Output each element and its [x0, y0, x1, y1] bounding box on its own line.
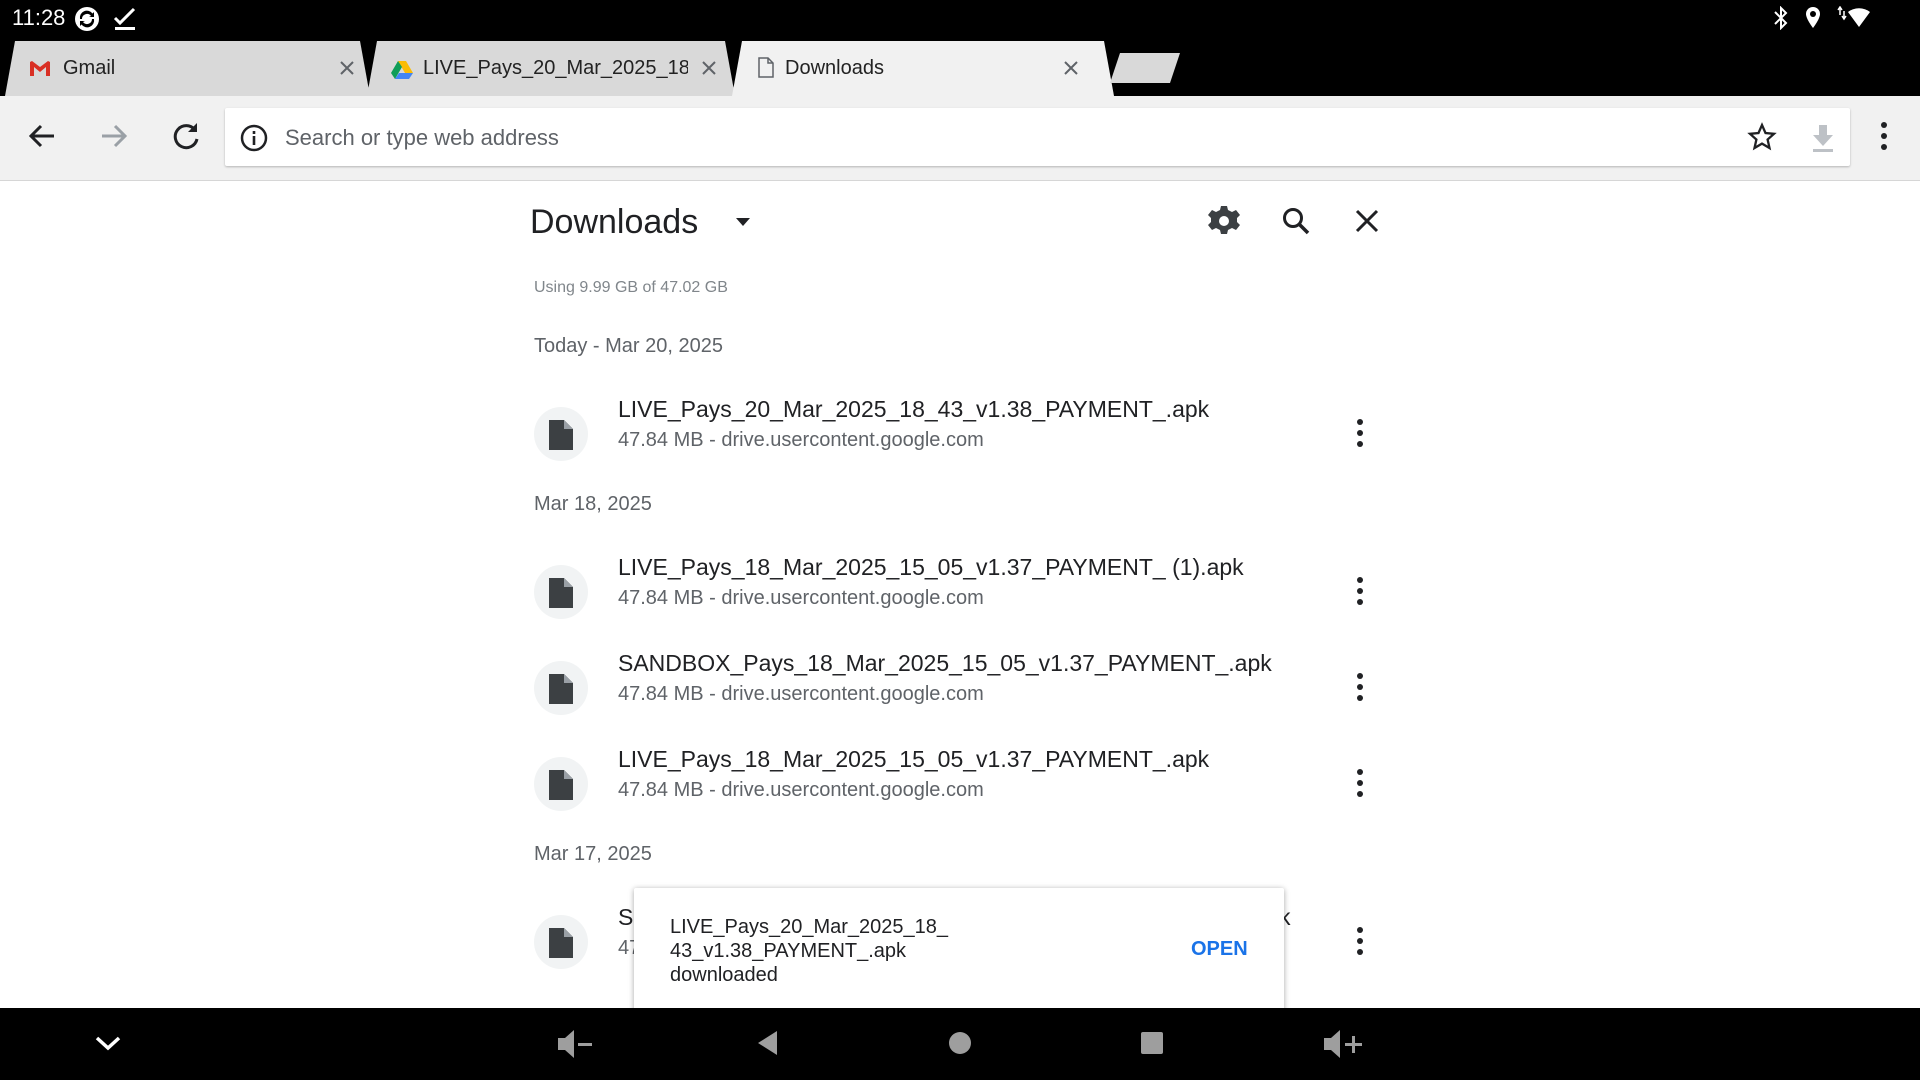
- file-name[interactable]: S: [618, 904, 633, 931]
- file-name[interactable]: LIVE_Pays_18_Mar_2025_15_05_v1.37_PAYMEN…: [618, 746, 1209, 773]
- bluetooth-icon: [1772, 5, 1790, 35]
- tab-drive-file[interactable]: LIVE_Pays_20_Mar_2025_18_43_v1.38_PAYMEN…: [367, 41, 735, 96]
- tab-title: Gmail: [63, 57, 116, 79]
- file-icon: [534, 565, 588, 619]
- downloads-page: Downloads Using 9.99 GB of 47.02 GB Toda…: [0, 181, 1920, 1008]
- toolbar: Search or type web address: [0, 96, 1920, 181]
- file-meta: 47.84 MB - drive.usercontent.google.com: [618, 683, 984, 705]
- close-icon[interactable]: [1062, 59, 1080, 82]
- tab-title: LIVE_Pays_20_Mar_2025_18_43_v1.38_PAYMEN…: [423, 57, 688, 79]
- file-icon: [534, 407, 588, 461]
- file-icon: [534, 757, 588, 811]
- check-icon: [112, 6, 138, 37]
- close-icon[interactable]: [1354, 208, 1380, 239]
- tab-gmail[interactable]: Gmail: [5, 41, 370, 96]
- more-vert-icon[interactable]: [1354, 672, 1366, 707]
- download-item[interactable]: LIVE_Pays_20_Mar_2025_18_43_v1.38_PAYMEN…: [534, 396, 1384, 476]
- back-icon[interactable]: [755, 1028, 781, 1063]
- gear-icon[interactable]: [1207, 204, 1241, 243]
- file-meta: 47.84 MB - drive.usercontent.google.com: [618, 779, 984, 801]
- download-item[interactable]: LIVE_Pays_18_Mar_2025_15_05_v1.37_PAYMEN…: [534, 554, 1384, 634]
- reload-icon[interactable]: [170, 120, 202, 157]
- status-time: 11:28: [12, 5, 66, 30]
- close-icon[interactable]: [338, 59, 356, 82]
- date-header: Mar 17, 2025: [534, 843, 652, 865]
- info-icon[interactable]: [240, 124, 268, 157]
- home-icon[interactable]: [945, 1028, 975, 1063]
- download-item[interactable]: LIVE_Pays_18_Mar_2025_15_05_v1.37_PAYMEN…: [534, 746, 1384, 826]
- file-icon: [534, 661, 588, 715]
- new-tab-button[interactable]: [1110, 53, 1180, 83]
- more-vert-icon[interactable]: [1354, 576, 1366, 611]
- status-bar: 11:28: [0, 0, 1920, 38]
- download-item[interactable]: SANDBOX_Pays_18_Mar_2025_15_05_v1.37_PAY…: [534, 650, 1384, 730]
- navigation-bar: [0, 1008, 1920, 1080]
- open-button[interactable]: OPEN: [1191, 938, 1248, 961]
- tab-downloads[interactable]: Downloads: [732, 41, 1114, 96]
- address-input[interactable]: Search or type web address: [285, 125, 559, 151]
- download-complete-snackbar: LIVE_Pays_20_Mar_2025_18_ 43_v1.38_PAYME…: [634, 888, 1284, 1018]
- sync-icon: [74, 6, 100, 37]
- file-name[interactable]: LIVE_Pays_18_Mar_2025_15_05_v1.37_PAYMEN…: [618, 554, 1244, 581]
- more-vert-icon[interactable]: [1354, 768, 1366, 803]
- wifi-icon: [1832, 5, 1872, 35]
- download-icon[interactable]: [1810, 123, 1836, 158]
- date-header: Today - Mar 20, 2025: [534, 335, 723, 357]
- more-vert-icon[interactable]: [1354, 418, 1366, 453]
- location-icon: [1804, 6, 1822, 35]
- file-icon: [534, 915, 588, 969]
- volume-up-icon[interactable]: [1322, 1028, 1366, 1065]
- volume-down-icon[interactable]: [556, 1028, 596, 1065]
- snackbar-message-line: LIVE_Pays_20_Mar_2025_18_: [670, 916, 948, 938]
- tab-strip: Gmail LIVE_Pays_20_Mar_2025_18_43_v1.38_…: [0, 38, 1920, 96]
- forward-arrow-icon[interactable]: [98, 120, 130, 157]
- date-header: Mar 18, 2025: [534, 493, 652, 515]
- page-icon: [758, 57, 774, 83]
- file-name[interactable]: SANDBOX_Pays_18_Mar_2025_15_05_v1.37_PAY…: [618, 650, 1272, 677]
- gmail-icon: [29, 60, 51, 82]
- snackbar-message: LIVE_Pays_20_Mar_2025_18_ 43_v1.38_PAYME…: [670, 915, 970, 987]
- file-meta: 47.84 MB - drive.usercontent.google.com: [618, 587, 984, 609]
- hide-keyboard-icon[interactable]: [93, 1028, 123, 1063]
- recents-icon[interactable]: [1138, 1028, 1166, 1063]
- more-vert-icon[interactable]: [1354, 926, 1366, 961]
- snackbar-message-line: downloaded: [670, 964, 778, 986]
- star-icon[interactable]: [1747, 122, 1777, 157]
- file-name[interactable]: LIVE_Pays_20_Mar_2025_18_43_v1.38_PAYMEN…: [618, 396, 1209, 423]
- omnibox[interactable]: Search or type web address: [225, 108, 1850, 166]
- close-icon[interactable]: [700, 59, 718, 82]
- file-meta: 47.84 MB - drive.usercontent.google.com: [618, 429, 984, 451]
- more-vert-icon[interactable]: [1876, 120, 1892, 157]
- search-icon[interactable]: [1281, 206, 1311, 241]
- google-drive-icon: [391, 60, 413, 84]
- back-arrow-icon[interactable]: [26, 120, 58, 157]
- storage-usage: Using 9.99 GB of 47.02 GB: [534, 279, 728, 296]
- page-title: Downloads: [530, 203, 699, 241]
- tab-title: Downloads: [785, 57, 884, 79]
- filter-dropdown-icon[interactable]: [732, 211, 754, 238]
- snackbar-message-line: 43_v1.38_PAYMENT_.apk: [670, 940, 907, 962]
